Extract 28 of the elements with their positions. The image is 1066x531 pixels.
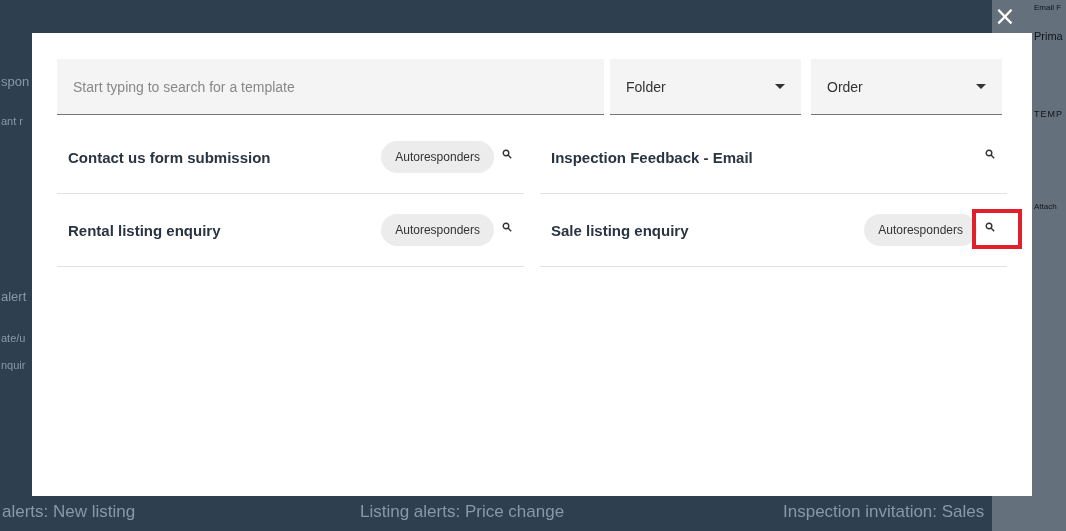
- search-icon[interactable]: [985, 149, 995, 159]
- card-title: Inspection invitation: Sales: [782, 501, 985, 523]
- dropdown[interactable]: Folder: [610, 59, 801, 115]
- search-icon[interactable]: [985, 222, 995, 232]
- template-name[interactable]: Sale listing enquiry: [551, 221, 865, 239]
- background-text: nquir: [1, 359, 26, 371]
- search-icon[interactable]: [502, 222, 512, 232]
- background-text: Prima: [1034, 30, 1063, 42]
- card-title: Listing alerts: Price change: [359, 501, 566, 523]
- template-name[interactable]: Contact us form submission: [68, 148, 382, 166]
- search-field[interactable]: Start typing to search for a template: [57, 59, 604, 115]
- dropdown[interactable]: Order: [811, 59, 1002, 115]
- template-name[interactable]: Rental listing enquiry: [68, 221, 382, 239]
- background-text: ate/u: [1, 332, 26, 344]
- card-title: alerts: New listing: [2, 501, 137, 523]
- background-text: Attach: [1034, 202, 1057, 211]
- folder-tag: Autoresponders: [381, 141, 494, 173]
- template-name[interactable]: Inspection Feedback - Email: [551, 148, 983, 166]
- background-text: ant r: [1, 115, 23, 127]
- close-button[interactable]: ×: [990, 2, 1020, 30]
- caret-icon: [775, 84, 785, 89]
- caret-icon: [976, 84, 986, 89]
- background-text: Email F: [1034, 3, 1062, 12]
- background-text: alert: [1, 289, 27, 304]
- search-icon[interactable]: [502, 149, 512, 159]
- background-text: spon: [1, 74, 30, 89]
- folder-tag: Autoresponders: [381, 214, 494, 246]
- background-text: TEMP: [1034, 109, 1063, 119]
